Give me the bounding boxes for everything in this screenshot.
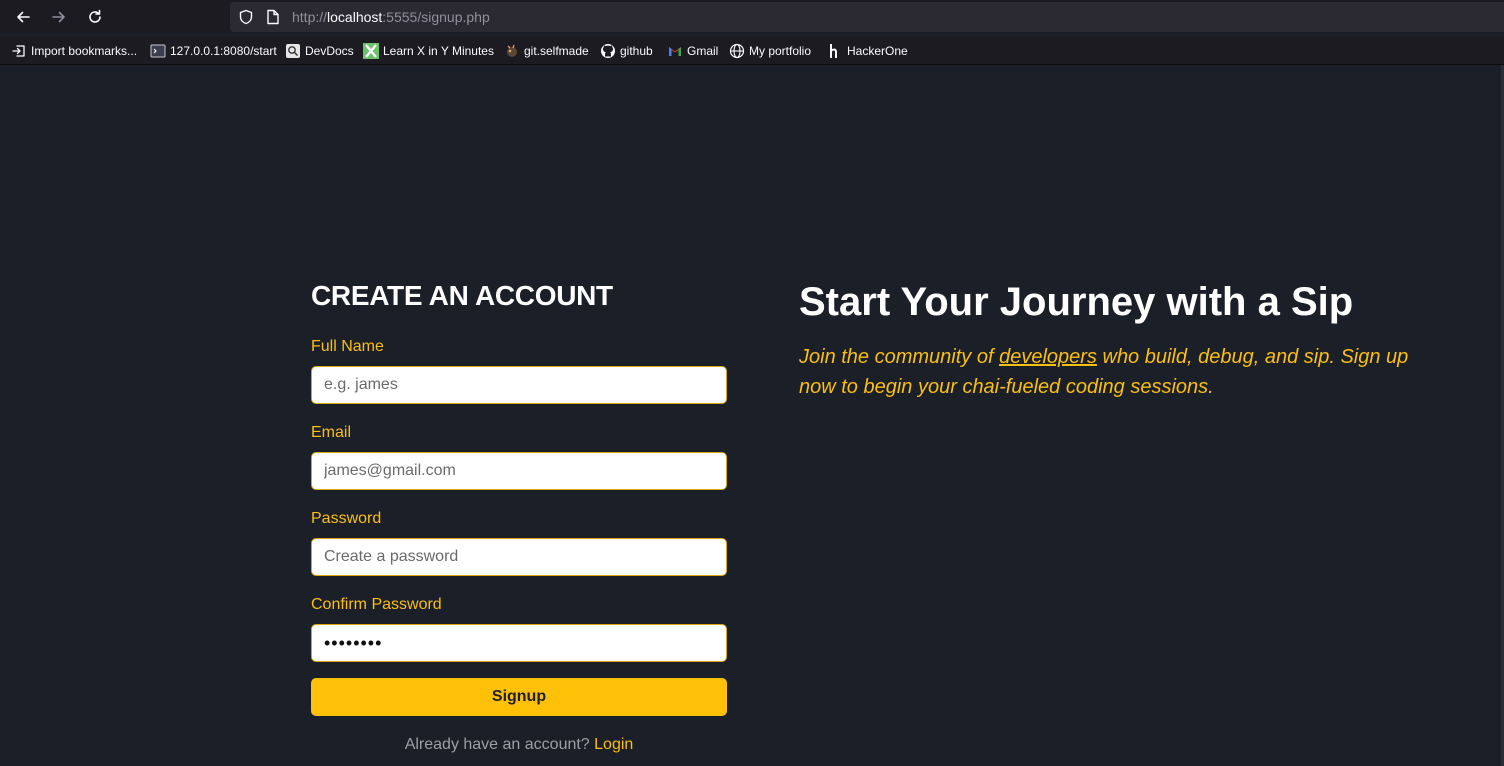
reload-button[interactable] [83, 5, 107, 29]
confirm-password-input[interactable] [311, 624, 727, 662]
bookmark-label: Gmail [687, 44, 719, 58]
email-input[interactable] [311, 452, 727, 490]
url-text[interactable]: http://localhost:5555/signup.php [292, 9, 490, 25]
confirm-password-label: Confirm Password [311, 596, 442, 613]
developers-link[interactable]: developers [999, 346, 1097, 368]
import-icon [12, 45, 25, 57]
bookmark-git-selfmade[interactable]: git.selfmade [504, 42, 589, 60]
bookmark-devdocs[interactable]: DevDocs [285, 42, 354, 60]
reload-icon [89, 9, 101, 23]
bookmark-label: Import bookmarks... [31, 44, 138, 58]
address-bar[interactable]: http://localhost:5555/signup.php [230, 2, 1504, 32]
arrow-left-icon [17, 11, 30, 23]
gmail-icon [669, 47, 681, 56]
globe-icon [729, 43, 745, 59]
password-input[interactable] [311, 538, 727, 576]
bookmark-label: Learn X in Y Minutes [383, 44, 494, 58]
forward-button[interactable] [47, 5, 71, 29]
bookmark-import[interactable]: Import bookmarks... [11, 42, 137, 60]
email-label: Email [311, 424, 352, 441]
browser-toolbar: http://localhost:5555/signup.php [0, 0, 1504, 33]
login-prompt: Already have an account? Login [311, 736, 727, 754]
bookmark-localhost[interactable]: 127.0.0.1:8080/start [150, 42, 277, 60]
back-button[interactable] [11, 5, 35, 29]
url-host: localhost [327, 9, 383, 25]
terminal-icon [150, 44, 166, 58]
devdocs-icon [286, 44, 300, 58]
bookmark-label: HackerOne [847, 44, 908, 58]
bookmark-hackerone[interactable]: HackerOne [827, 42, 908, 60]
bookmark-portfolio[interactable]: My portfolio [729, 42, 811, 60]
bookmark-label: My portfolio [749, 44, 812, 58]
hero-text-start: Join the community of [799, 346, 1000, 368]
full-name-label: Full Name [311, 338, 384, 355]
login-prompt-text: Already have an account? [404, 736, 590, 753]
learnx-icon [363, 43, 379, 59]
shield-icon[interactable] [238, 9, 254, 25]
hero-description: Join the community of developers who bui… [799, 342, 1449, 402]
bookmark-github[interactable]: github [600, 42, 653, 60]
github-icon [601, 44, 615, 58]
full-name-input[interactable] [311, 366, 727, 404]
login-link[interactable]: Login [594, 736, 633, 753]
signup-button[interactable]: Signup [311, 678, 727, 716]
hackerone-icon [830, 44, 837, 58]
form-title: CREATE AN ACCOUNT [311, 280, 613, 311]
bookmark-gmail[interactable]: Gmail [667, 42, 718, 60]
url-prefix: http:// [292, 9, 328, 25]
url-path: :5555/signup.php [382, 9, 490, 25]
bookmark-learnx[interactable]: Learn X in Y Minutes [363, 42, 494, 60]
bookmark-label: git.selfmade [524, 44, 589, 58]
git-icon [507, 44, 517, 57]
arrow-right-icon [52, 11, 65, 23]
bookmark-label: 127.0.0.1:8080/start [170, 44, 277, 58]
hero-title: Start Your Journey with a Sip [799, 280, 1354, 324]
bookmarks-bar: Import bookmarks... 127.0.0.1:8080/start… [0, 36, 1504, 65]
page-icon[interactable] [266, 9, 280, 25]
bookmark-label: DevDocs [305, 44, 354, 58]
bookmark-label: github [620, 44, 653, 58]
password-label: Password [311, 510, 382, 527]
